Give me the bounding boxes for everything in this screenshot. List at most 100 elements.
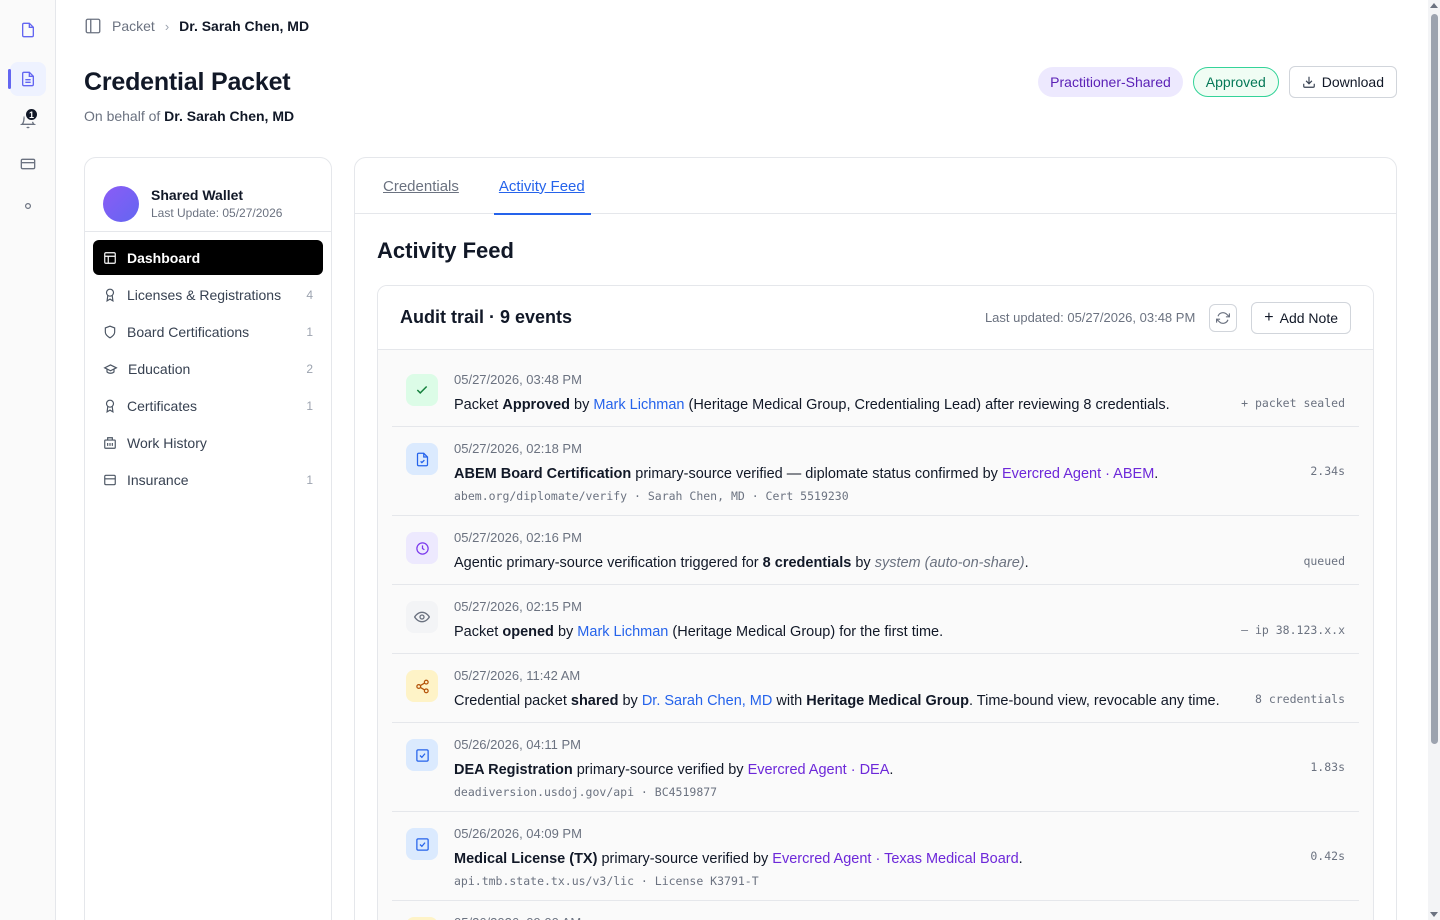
sidebar-item-work-history[interactable]: Work History — [93, 425, 323, 460]
event-timestamp: 05/27/2026, 02:16 PM — [454, 530, 582, 545]
event-emphasis: opened — [502, 624, 554, 640]
sidebar-item-count: 2 — [306, 361, 313, 376]
event-text: . — [1024, 555, 1029, 571]
event-text: by — [570, 397, 594, 413]
event-meta: 0.42s — [1310, 849, 1345, 863]
event-emphasis: ABEM Board Certification — [454, 466, 632, 482]
event-meta: 8 credentials — [1254, 692, 1345, 706]
event-emphasis: DEA Registration — [454, 762, 573, 778]
section-title: Activity Feed — [377, 238, 514, 263]
add-note-button[interactable]: + Add Note — [1251, 301, 1351, 334]
event-text: (Heritage Medical Group) for the first t… — [668, 624, 944, 640]
share-icon — [406, 670, 438, 702]
shared-badge: Practitioner-Shared — [1038, 67, 1183, 97]
event-timestamp: 05/27/2026, 02:18 PM — [454, 441, 582, 456]
download-button[interactable]: Download — [1288, 66, 1397, 98]
agent-link[interactable]: Evercred Agent · Texas Medical Board — [772, 851, 1018, 867]
avatar — [103, 185, 139, 222]
notification-count-badge: 1 — [24, 107, 39, 122]
sidebar-item-education[interactable]: Education 2 — [93, 351, 323, 386]
tab-activity-feed[interactable]: Activity Feed — [493, 158, 591, 215]
sidebar-toggle-icon[interactable] — [84, 17, 102, 35]
event-description: Credential packet shared by Dr. Sarah Ch… — [454, 692, 1345, 710]
credit-card-icon — [20, 158, 36, 170]
activity-event: 05/27/2026, 02:15 PM Packet opened by Mar… — [392, 585, 1359, 654]
event-emphasis: 8 credentials — [762, 555, 852, 571]
event-description: Medical License (TX) primary-source veri… — [454, 850, 1345, 868]
sidebar-item-label: Certificates — [127, 397, 198, 414]
sidebar-item-label: Board Certifications — [127, 323, 250, 340]
event-meta: — ip 38.123.x.x — [1241, 623, 1345, 637]
event-meta: queued — [1303, 554, 1345, 568]
status-badge: Approved — [1192, 67, 1279, 97]
sidebar-item-dashboard[interactable]: Dashboard — [93, 240, 323, 275]
breadcrumb-root[interactable]: Packet — [112, 18, 155, 34]
activity-event: 05/27/2026, 11:42 AM Credential packet sh… — [392, 654, 1359, 723]
sidebar-item-certificates[interactable]: Certificates 1 — [93, 388, 323, 423]
sidebar-item-count: 1 — [306, 472, 313, 487]
agent-link[interactable]: Evercred Agent · ABEM — [1002, 466, 1154, 482]
file-text-icon — [22, 71, 34, 87]
rail-billing-button[interactable] — [10, 147, 46, 181]
event-description: Packet Approved by Mark Lichman (Heritag… — [454, 396, 1345, 414]
sidebar-item-label: Dashboard — [127, 249, 201, 266]
user-link[interactable]: Dr. Sarah Chen, MD — [642, 693, 773, 709]
event-meta: + packet sealed — [1241, 396, 1345, 410]
event-timestamp: 05/26/2026, 04:09 PM — [454, 826, 582, 841]
award-icon — [103, 399, 117, 413]
activity-event: 05/27/2026, 02:18 PM ABEM Board Certifica… — [392, 427, 1359, 516]
event-text: Packet — [454, 624, 503, 640]
scroll-down-icon[interactable] — [1430, 912, 1438, 917]
scroll-up-icon[interactable] — [1430, 3, 1438, 8]
event-meta: 2.34s — [1310, 464, 1345, 478]
sidebar-item-insurance[interactable]: Insurance 1 — [93, 462, 323, 497]
event-description: Agentic primary-source verification trig… — [454, 554, 1345, 572]
sidebar-item-board-certifications[interactable]: Board Certifications 1 — [93, 314, 323, 349]
eye-icon — [406, 601, 438, 633]
main-panel: Credentials Activity Feed Activity Feed … — [354, 157, 1397, 920]
download-label: Download — [1321, 74, 1384, 90]
agent-link[interactable]: Evercred Agent · DEA — [748, 762, 890, 778]
wallet-nav: Dashboard Licenses & Registrations 4 Board … — [85, 232, 331, 507]
app-rail: 1 — [0, 0, 56, 920]
rail-notifications-button[interactable]: 1 — [10, 104, 46, 138]
event-meta: 1.83s — [1310, 760, 1345, 774]
event-text: . — [889, 762, 894, 778]
sidebar-item-label: Insurance — [127, 471, 189, 488]
sidebar-item-count: 1 — [306, 324, 313, 339]
event-list: 05/27/2026, 03:48 PM Packet Approved by M… — [378, 350, 1373, 920]
refresh-button[interactable] — [1209, 303, 1238, 332]
event-source-detail: abem.org/diplomate/verify · Sarah Chen, … — [454, 489, 849, 503]
event-text: primary-source verified — diplomate stat… — [631, 466, 1002, 482]
audit-trail-title: Audit trail · 9 events — [400, 307, 573, 327]
subtitle-name: Dr. Sarah Chen, MD — [164, 108, 295, 124]
user-link[interactable]: Mark Lichman — [577, 624, 668, 640]
scrollbar-thumb[interactable] — [1431, 14, 1438, 744]
event-emphasis: shared — [570, 693, 619, 709]
wallet-last-update: Last Update: 05/27/2026 — [151, 206, 283, 220]
event-emphasis: Medical License (TX) — [454, 851, 598, 867]
event-text: Packet — [454, 397, 503, 413]
event-timestamp: 05/27/2026, 03:48 PM — [454, 372, 582, 387]
rail-more-button[interactable] — [10, 189, 46, 223]
sidebar-item-count: 4 — [306, 287, 313, 302]
event-emphasis: Heritage Medical Group — [806, 693, 969, 709]
page-scrollbar[interactable] — [1428, 0, 1440, 920]
wallet-sidebar: Shared Wallet Last Update: 05/27/2026 Da… — [84, 157, 332, 920]
breadcrumb: Packet › Dr. Sarah Chen, MD — [84, 16, 309, 36]
event-text: primary-source verified by — [572, 762, 748, 778]
user-link[interactable]: Mark Lichman — [593, 397, 684, 413]
award-icon — [103, 288, 117, 302]
event-text: . Time-bound view, revocable any time. — [968, 693, 1220, 709]
activity-event: 05/27/2026, 03:48 PM Packet Approved by M… — [392, 358, 1359, 427]
add-note-label: Add Note — [1279, 309, 1338, 326]
event-timestamp: 05/26/2026, 09:00 AM — [454, 915, 1345, 920]
rail-documents-button[interactable] — [10, 13, 46, 47]
tab-credentials[interactable]: Credentials — [383, 158, 459, 214]
download-icon — [1302, 76, 1315, 88]
event-text: by — [851, 555, 875, 571]
rail-packets-button[interactable] — [8, 62, 46, 96]
sidebar-item-licenses-registrations[interactable]: Licenses & Registrations 4 — [93, 277, 323, 312]
wallet-header: Shared Wallet Last Update: 05/27/2026 — [85, 158, 331, 232]
system-actor: system (auto-on-share) — [874, 555, 1025, 571]
